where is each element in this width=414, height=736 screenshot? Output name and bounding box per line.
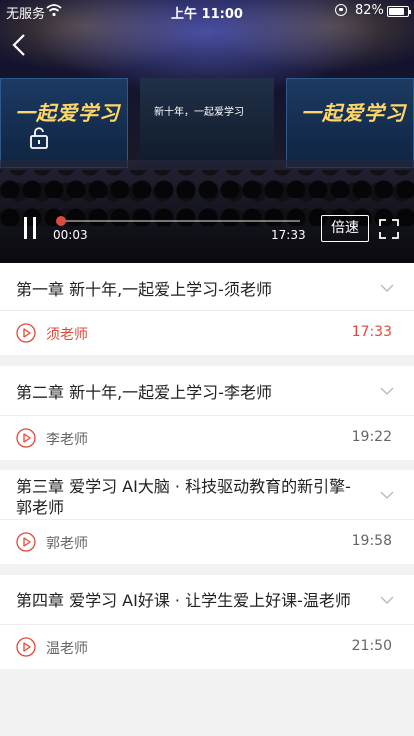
battery-icon xyxy=(387,6,411,17)
chevron-down-icon[interactable] xyxy=(380,491,394,499)
lesson-row[interactable]: 须老师 17:33 xyxy=(0,311,414,355)
stage-screen-left: 一起爱学习 xyxy=(0,78,128,168)
chapter-header[interactable]: 第一章 新十年,一起爱上学习-须老师 xyxy=(0,263,414,311)
video-player[interactable]: 一起爱学习 一起爱学习 新十年，一起爱学习 无服务 上午 11:00 82% 0… xyxy=(0,0,414,263)
chapter-title: 第四章 爱学习 AI好课 · 让学生爱上好课-温老师 xyxy=(16,591,351,610)
chapter-1: 第一章 新十年,一起爱上学习-须老师 须老师 17:33 xyxy=(0,263,414,355)
teacher-name: 郭老师 xyxy=(46,536,88,552)
status-bar: 无服务 上午 11:00 82% xyxy=(0,0,414,22)
back-icon[interactable] xyxy=(8,30,32,60)
chapter-title: 第一章 新十年,一起爱上学习-须老师 xyxy=(16,280,272,299)
progress-thumb[interactable] xyxy=(55,216,66,226)
chevron-down-icon[interactable] xyxy=(380,596,394,604)
playback-speed-button[interactable]: 倍速 xyxy=(321,215,369,242)
stage-screen-center xyxy=(140,78,274,168)
lesson-row[interactable]: 李老师 19:22 xyxy=(0,416,414,460)
chevron-down-icon[interactable] xyxy=(380,284,394,292)
teacher-name: 李老师 xyxy=(46,432,88,448)
play-circle-icon[interactable] xyxy=(16,637,36,657)
chevron-down-icon[interactable] xyxy=(380,387,394,395)
play-circle-icon[interactable] xyxy=(16,323,36,343)
lesson-duration: 19:22 xyxy=(351,429,392,445)
video-center-caption: 新十年，一起爱学习 xyxy=(154,107,244,118)
unlock-icon[interactable] xyxy=(28,127,50,149)
play-circle-icon[interactable] xyxy=(16,532,36,552)
chapter-header[interactable]: 第二章 新十年,一起爱上学习-李老师 xyxy=(0,366,414,416)
chapter-header[interactable]: 第三章 爱学习 AI大脑 · 科技驱动教育的新引擎-郭老师 xyxy=(0,470,414,520)
lesson-duration: 17:33 xyxy=(351,324,392,340)
chapter-2: 第二章 新十年,一起爱上学习-李老师 李老师 19:22 xyxy=(0,366,414,460)
progress-bar[interactable] xyxy=(55,216,300,226)
chapter-3: 第三章 爱学习 AI大脑 · 科技驱动教育的新引擎-郭老师 郭老师 19:58 xyxy=(0,470,414,564)
lesson-row[interactable]: 郭老师 19:58 xyxy=(0,520,414,564)
play-circle-icon[interactable] xyxy=(16,428,36,448)
teacher-name: 须老师 xyxy=(46,327,88,343)
screen-title-left: 一起爱学习 xyxy=(15,101,120,125)
lesson-duration: 19:58 xyxy=(351,533,392,549)
total-time: 17:33 xyxy=(271,228,306,242)
lesson-row[interactable]: 温老师 21:50 xyxy=(0,625,414,669)
stage-screen-right: 一起爱学习 xyxy=(286,78,414,168)
chapter-title: 第三章 爱学习 AI大脑 · 科技驱动教育的新引擎-郭老师 xyxy=(16,477,351,517)
chapter-4: 第四章 爱学习 AI好课 · 让学生爱上好课-温老师 温老师 21:50 xyxy=(0,575,414,669)
rotation-lock-icon xyxy=(335,4,347,16)
battery-percent: 82% xyxy=(355,3,384,18)
chapter-header[interactable]: 第四章 爱学习 AI好课 · 让学生爱上好课-温老师 xyxy=(0,575,414,625)
current-time: 00:03 xyxy=(53,228,88,242)
screen-title-right: 一起爱学习 xyxy=(301,101,406,125)
pause-icon[interactable] xyxy=(22,217,38,239)
fullscreen-icon[interactable] xyxy=(379,219,399,239)
lesson-duration: 21:50 xyxy=(351,638,392,654)
chapter-title: 第二章 新十年,一起爱上学习-李老师 xyxy=(16,383,272,402)
teacher-name: 温老师 xyxy=(46,641,88,657)
status-time: 上午 11:00 xyxy=(171,7,243,22)
